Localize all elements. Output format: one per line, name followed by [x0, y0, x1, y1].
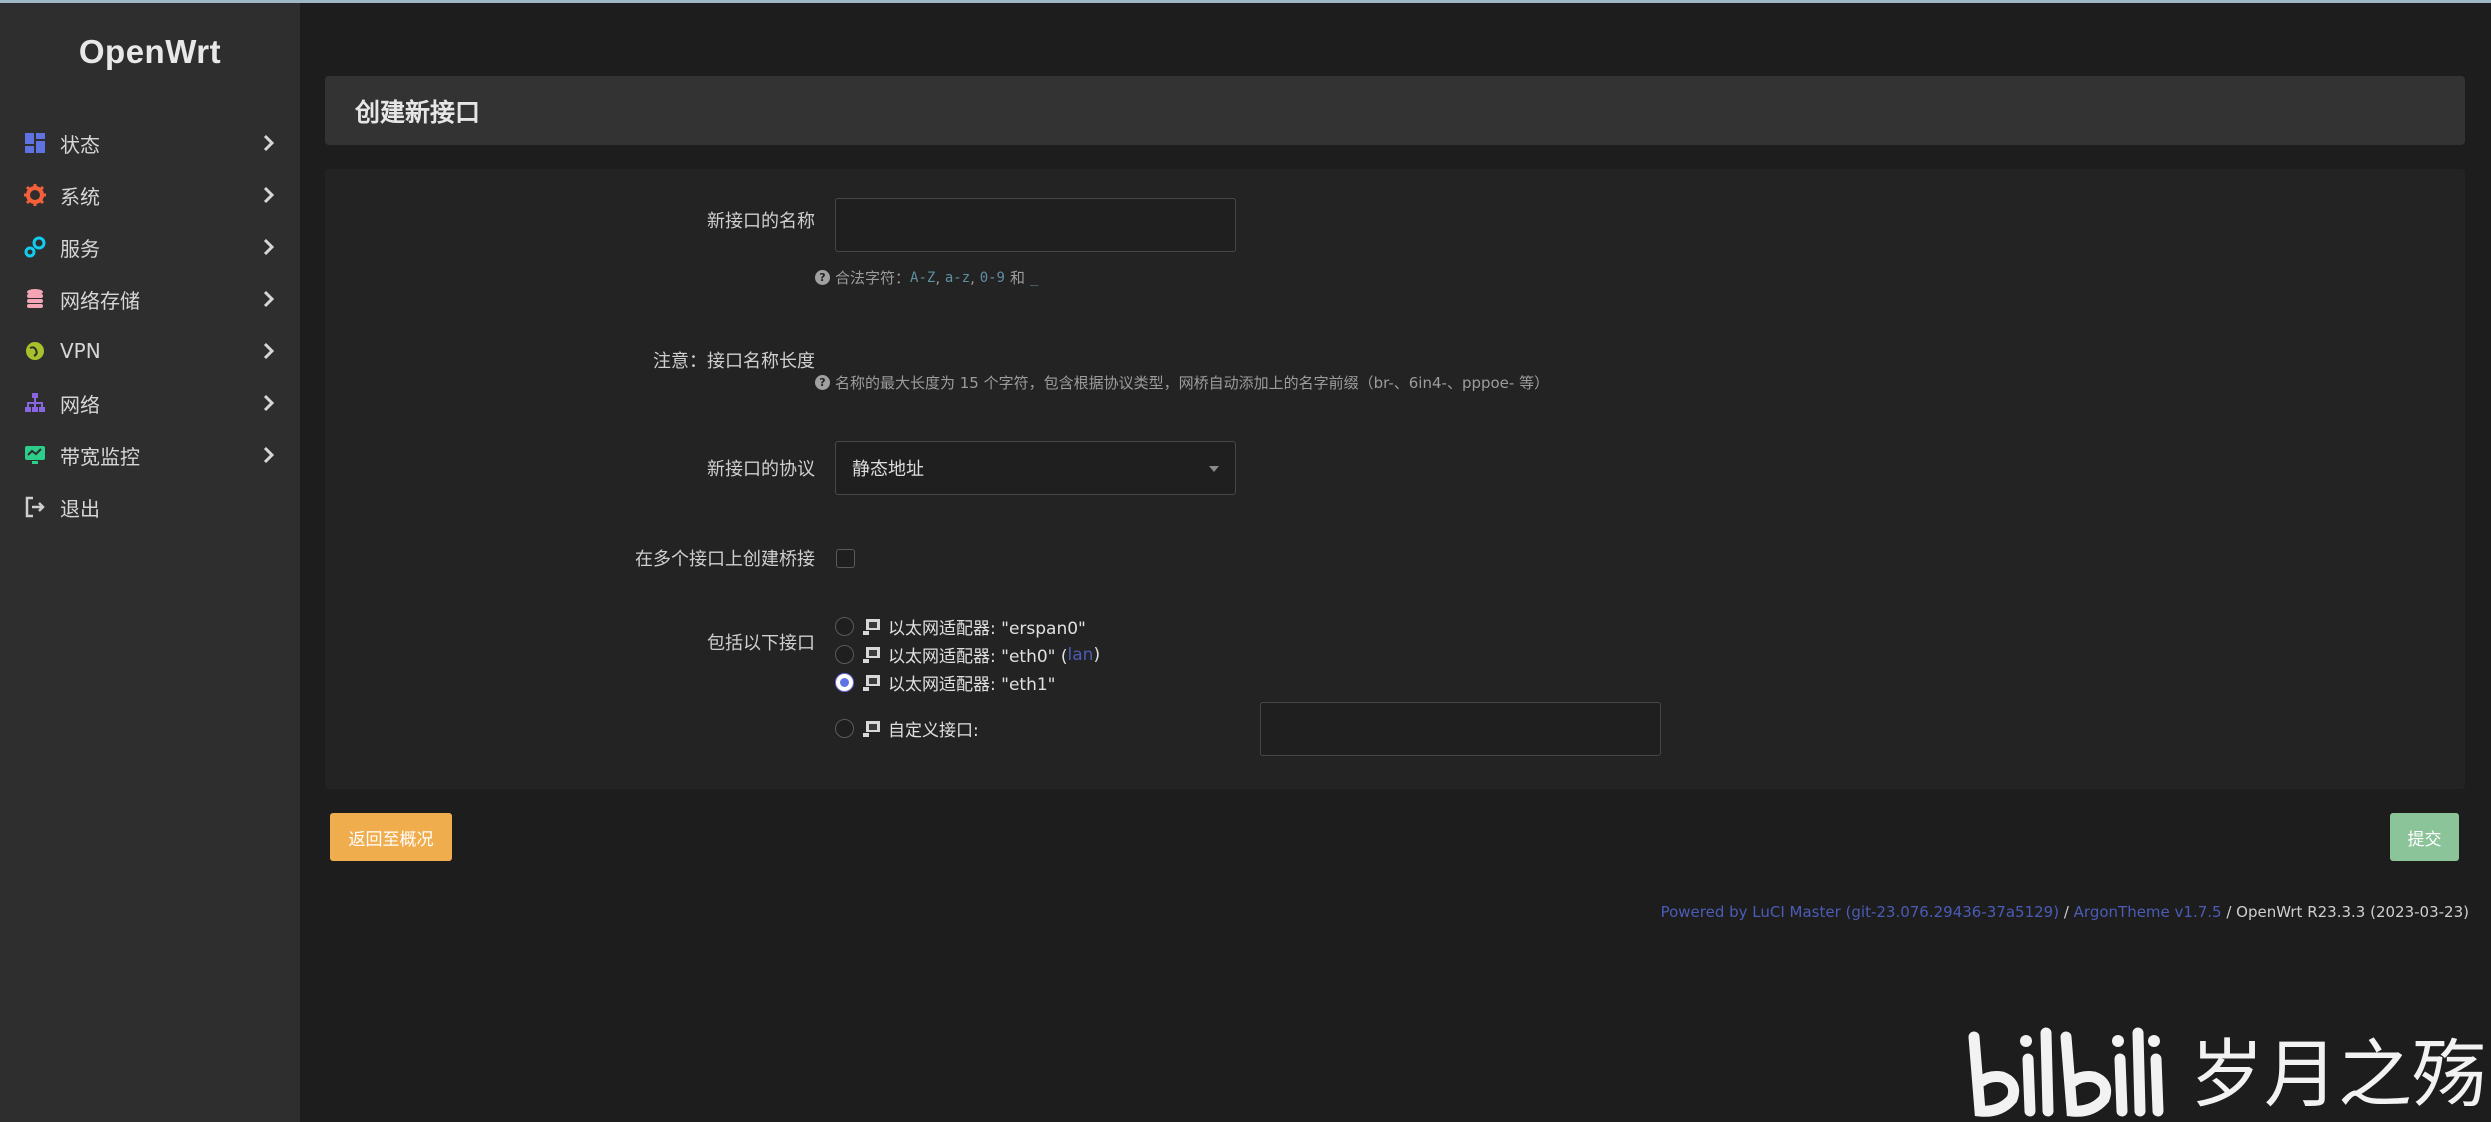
note-label: 注意：接口名称长度 — [653, 351, 815, 372]
sidebar-nav: 状态 系统 服务 网络存储 VPN 网络 带宽监控 退出 — [0, 117, 300, 533]
vpn-globe-icon — [24, 340, 46, 362]
dashboard-icon — [24, 132, 46, 154]
sidebar-item-vpn[interactable]: VPN — [0, 325, 300, 377]
sidebar-item-label: 网络存储 — [60, 288, 140, 313]
lan-link[interactable]: lan — [1068, 645, 1094, 665]
back-to-overview-button[interactable]: 返回至概况 — [330, 813, 452, 861]
sidebar-item-label: 系统 — [60, 184, 100, 209]
sidebar-item-nas[interactable]: 网络存储 — [0, 273, 300, 325]
sidebar-item-logout[interactable]: 退出 — [0, 481, 300, 533]
interface-option-erspan0[interactable]: 以太网适配器: "erspan0" — [835, 614, 1086, 639]
footer: Powered by LuCI Master (git-23.076.29436… — [1660, 903, 2469, 921]
chevron-right-icon — [262, 289, 276, 309]
chevron-right-icon — [262, 445, 276, 465]
note-help: ? 名称的最大长度为 15 个字符，包含根据协议类型，网桥自动添加上的名字前缀（… — [815, 372, 1549, 393]
ethernet-port-icon — [862, 618, 882, 636]
radio-button[interactable] — [835, 719, 854, 738]
page-title: 创建新接口 — [355, 97, 481, 127]
sidebar-item-label: 服务 — [60, 236, 100, 261]
sidebar-item-label: 状态 — [60, 132, 100, 157]
chevron-right-icon — [262, 393, 276, 413]
submit-button[interactable]: 提交 — [2390, 813, 2459, 861]
interface-option-custom[interactable]: 自定义接口: — [835, 716, 979, 741]
watermark-text: 岁月之殇 — [2190, 1032, 2486, 1118]
ethernet-port-icon — [862, 646, 882, 664]
include-label: 包括以下接口 — [707, 633, 815, 654]
main-content: 创建新接口 新接口的名称 ? 合法字符： A-Z, a-z, 0-9 和 _ 注… — [300, 3, 2491, 1122]
bridge-checkbox[interactable] — [836, 549, 855, 568]
page-header: 创建新接口 — [325, 76, 2465, 145]
protocol-select[interactable]: 静态地址 — [835, 441, 1236, 495]
caret-down-icon — [1209, 466, 1219, 472]
services-icon — [24, 236, 46, 258]
network-tree-icon — [24, 392, 46, 414]
protocol-label: 新接口的协议 — [707, 459, 815, 480]
radio-button[interactable] — [835, 617, 854, 636]
gear-icon — [24, 184, 46, 206]
interface-name-input[interactable] — [835, 198, 1236, 252]
sidebar-item-services[interactable]: 服务 — [0, 221, 300, 273]
name-label: 新接口的名称 — [707, 211, 815, 232]
sidebar-item-bandwidth[interactable]: 带宽监控 — [0, 429, 300, 481]
name-help: ? 合法字符： A-Z, a-z, 0-9 和 _ — [815, 267, 1038, 288]
chevron-right-icon — [262, 341, 276, 361]
question-icon: ? — [815, 375, 830, 390]
sidebar: OpenWrt 状态 系统 服务 网络存储 VPN 网络 带宽监控 退出 — [0, 3, 300, 1122]
logout-icon — [24, 496, 46, 518]
sidebar-item-label: 退出 — [60, 496, 100, 521]
sidebar-item-status[interactable]: 状态 — [0, 117, 300, 169]
bridge-label: 在多个接口上创建桥接 — [635, 549, 815, 570]
protocol-value: 静态地址 — [852, 459, 924, 480]
bilibili-logo-icon — [1960, 1019, 2190, 1119]
database-icon — [24, 288, 46, 310]
chevron-right-icon — [262, 237, 276, 257]
ethernet-port-icon — [862, 674, 882, 692]
radio-button[interactable] — [835, 645, 854, 664]
monitor-icon — [24, 444, 46, 466]
theme-link[interactable]: ArgonTheme v1.7.5 — [2074, 903, 2222, 921]
question-icon: ? — [815, 270, 830, 285]
form-card: 新接口的名称 ? 合法字符： A-Z, a-z, 0-9 和 _ 注意：接口名称… — [325, 169, 2465, 789]
sidebar-item-system[interactable]: 系统 — [0, 169, 300, 221]
logo[interactable]: OpenWrt — [0, 33, 300, 71]
sidebar-item-label: 网络 — [60, 392, 100, 417]
custom-interface-input[interactable] — [1260, 702, 1661, 756]
interface-option-eth1[interactable]: 以太网适配器: "eth1" — [835, 670, 1056, 695]
bilibili-watermark: 岁月之殇 — [1960, 1015, 2491, 1122]
sidebar-item-label: VPN — [60, 339, 101, 363]
chevron-right-icon — [262, 185, 276, 205]
luci-link[interactable]: Powered by LuCI Master (git-23.076.29436… — [1661, 903, 2060, 921]
version-text: OpenWrt R23.3.3 (2023-03-23) — [2236, 903, 2469, 921]
chevron-right-icon — [262, 133, 276, 153]
ethernet-port-icon — [862, 720, 882, 738]
interface-option-eth0[interactable]: 以太网适配器: "eth0" (lan) — [835, 642, 1100, 667]
sidebar-item-network[interactable]: 网络 — [0, 377, 300, 429]
radio-button-checked[interactable] — [835, 673, 854, 692]
sidebar-item-label: 带宽监控 — [60, 444, 140, 469]
